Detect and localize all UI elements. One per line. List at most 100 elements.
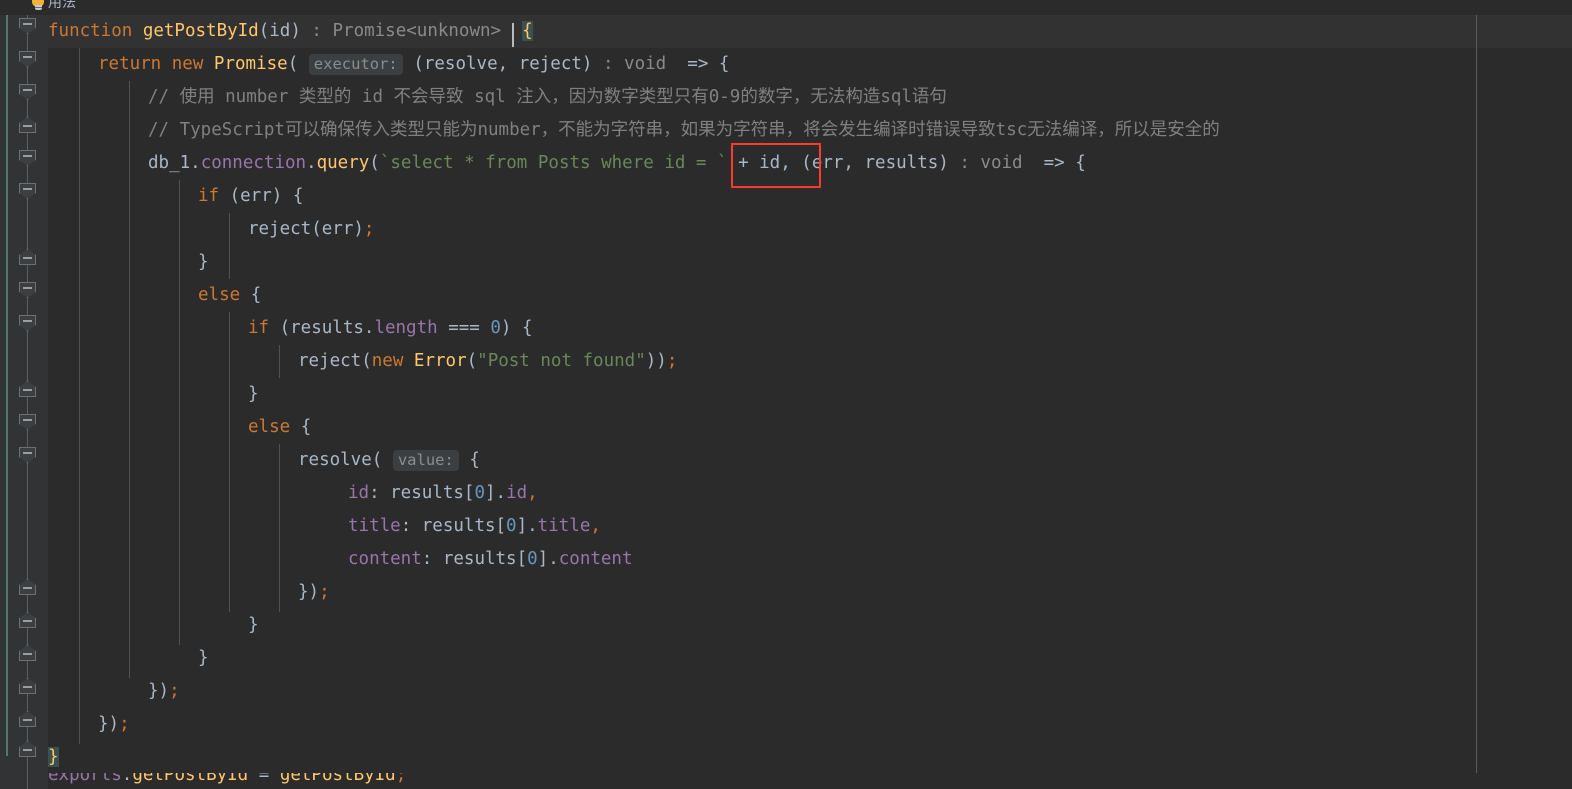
fold-marker-bar-icon	[23, 188, 32, 190]
code-token: ) {	[500, 318, 533, 338]
code-line[interactable]: id: results[0].id,	[48, 477, 1572, 510]
fold-marker[interactable]	[19, 741, 36, 757]
code-token: length	[374, 318, 438, 338]
code-token: getPostById	[279, 773, 396, 785]
code-token: 0	[490, 318, 501, 338]
code-token: (id)	[258, 21, 301, 41]
code-line[interactable]: });	[48, 708, 1572, 741]
fold-marker[interactable]	[19, 579, 36, 595]
code-token: ;	[395, 773, 407, 785]
fold-marker[interactable]	[19, 183, 36, 199]
fold-marker-bar-icon	[23, 125, 32, 127]
code-token: (err,	[790, 153, 865, 173]
code-token: 0	[474, 483, 485, 503]
code-token: content	[348, 549, 422, 569]
code-token: : void	[592, 54, 667, 74]
fold-marker[interactable]	[19, 249, 36, 265]
fold-marker-bar-icon	[23, 749, 32, 751]
code-token: (resolve,	[402, 54, 519, 74]
vcs-change-marker	[6, 15, 8, 756]
code-line[interactable]: exports.getPostById = getPostById;	[48, 773, 1572, 789]
code-line[interactable]: }	[48, 609, 1572, 642]
fold-marker[interactable]	[19, 117, 36, 133]
fold-marker[interactable]	[19, 612, 36, 628]
code-surface[interactable]: function getPostById(id) : Promise<unkno…	[48, 15, 1572, 789]
editor-gutter[interactable]	[0, 15, 48, 789]
fold-marker[interactable]	[19, 84, 36, 100]
code-token: reject(	[298, 351, 372, 371]
code-line[interactable]: else {	[48, 279, 1572, 312]
code-token: id	[348, 483, 370, 503]
code-token: title	[537, 516, 591, 536]
code-line[interactable]: }	[48, 246, 1572, 279]
code-line-list[interactable]: function getPostById(id) : Promise<unkno…	[48, 15, 1572, 774]
code-token: (err) {	[219, 186, 304, 206]
clipped-bottom-line: exports.getPostById = getPostById;	[48, 773, 1572, 789]
code-token: : results[	[369, 483, 475, 503]
code-line[interactable]: }	[48, 741, 1572, 774]
code-token: TypeScript可以确保传入类型只能为number，不能为字符串，如果为字符…	[179, 120, 1220, 140]
code-token: ;	[363, 219, 375, 239]
fold-marker[interactable]	[19, 51, 36, 67]
fold-marker-bar-icon	[23, 452, 32, 454]
fold-marker-bar-icon	[23, 23, 32, 25]
code-token: function	[48, 21, 143, 41]
code-token: })	[298, 582, 320, 602]
fold-marker-bar-icon	[23, 89, 32, 91]
code-line[interactable]: reject(err);	[48, 213, 1572, 246]
code-token: getPostById	[132, 773, 249, 785]
code-token: : results[	[421, 549, 528, 569]
code-token: (	[287, 54, 299, 74]
fold-marker-bar-icon	[23, 155, 32, 157]
fold-marker[interactable]	[19, 447, 36, 463]
fold-marker-bar-icon	[23, 257, 32, 259]
code-line[interactable]: function getPostById(id) : Promise<unkno…	[48, 15, 1572, 48]
fold-marker-bar-icon	[23, 587, 32, 589]
fold-marker[interactable]	[19, 414, 36, 430]
fold-marker[interactable]	[19, 381, 36, 397]
fold-marker[interactable]	[19, 678, 36, 694]
code-line[interactable]: // TypeScript可以确保传入类型只能为number，不能为字符串，如果…	[48, 114, 1572, 147]
lightbulb-icon[interactable]	[30, 0, 46, 13]
code-line[interactable]: return new Promise( executor: (resolve, …	[48, 48, 1572, 81]
code-token: ;	[319, 582, 330, 602]
code-token: : void	[948, 153, 1023, 173]
fold-marker[interactable]	[19, 711, 36, 727]
code-token: .	[190, 153, 201, 173]
code-line[interactable]: db_1.connection.query(`select * from Pos…	[48, 147, 1572, 180]
code-line[interactable]: });	[48, 675, 1572, 708]
code-line[interactable]: if (err) {	[48, 180, 1572, 213]
code-token: query	[316, 153, 370, 173]
code-token: `select * from Posts where id = `	[379, 153, 728, 173]
code-line[interactable]: title: results[0].title,	[48, 510, 1572, 543]
code-line[interactable]: }	[48, 378, 1572, 411]
code-token: {	[522, 21, 533, 41]
code-line[interactable]: // 使用 number 类型的 id 不会导致 sql 注入，因为数字类型只有…	[48, 81, 1572, 114]
fold-marker[interactable]	[19, 150, 36, 166]
code-token: id	[506, 483, 528, 503]
code-token: new	[371, 351, 414, 371]
code-line[interactable]: if (results.length === 0) {	[48, 312, 1572, 345]
code-token: =	[248, 773, 280, 785]
fold-marker[interactable]	[19, 315, 36, 331]
code-token: ===	[437, 318, 491, 338]
code-line[interactable]: resolve( value: {	[48, 444, 1572, 477]
code-editor[interactable]: 用法 function getPostById(id) : Promise<un…	[0, 0, 1572, 789]
code-line[interactable]: }	[48, 642, 1572, 675]
code-token: //	[148, 87, 180, 107]
fold-marker[interactable]	[19, 18, 36, 34]
code-line[interactable]: else {	[48, 411, 1572, 444]
code-line[interactable]: reject(new Error("Post not found"));	[48, 345, 1572, 378]
code-token: executor:	[308, 54, 403, 75]
fold-marker[interactable]	[19, 645, 36, 661]
code-token: getPostById	[142, 21, 259, 41]
code-token: : Promise<unknown>	[300, 21, 502, 41]
code-token: connection	[200, 153, 307, 173]
text-caret	[512, 23, 514, 47]
code-token: {	[240, 285, 262, 305]
fold-marker[interactable]	[19, 282, 36, 298]
code-line[interactable]: });	[48, 576, 1572, 609]
code-token: +	[727, 153, 760, 173]
fold-marker-bar-icon	[23, 389, 32, 391]
code-line[interactable]: content: results[0].content	[48, 543, 1572, 576]
